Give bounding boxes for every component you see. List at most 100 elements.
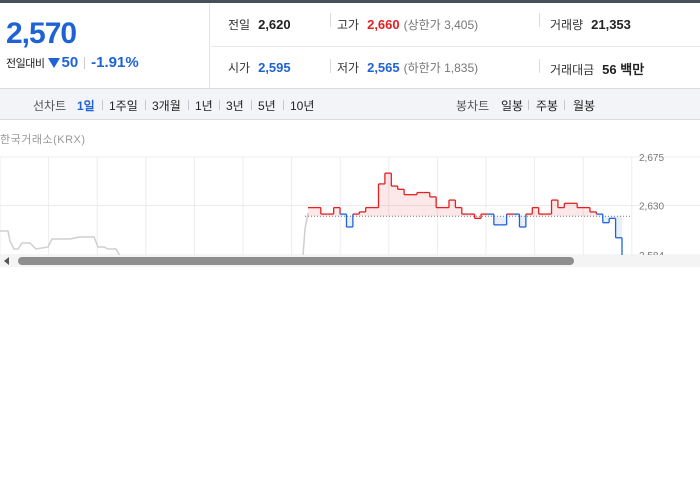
tab-1week[interactable]: 1주일 (109, 97, 138, 114)
change-rate: -1.91% (91, 54, 139, 71)
tab-monthly-candle[interactable]: 월봉 (573, 97, 595, 114)
tab-1year[interactable]: 1년 (195, 97, 213, 114)
area-segment (308, 207, 315, 217)
area-segment (391, 186, 398, 217)
down-arrow-icon (48, 57, 61, 68)
previous-day-trace (0, 212, 309, 256)
area-segment (551, 200, 558, 217)
column-divider (330, 13, 331, 27)
area-segment (564, 203, 571, 217)
tab-divider (251, 100, 252, 110)
quote-summary: 2,570 전일대비 50 -1.91% 전일 2,620 고가 2,660 (… (0, 3, 700, 89)
area-segment (570, 203, 578, 217)
area-segment (448, 200, 456, 217)
area-segment (372, 207, 379, 217)
low-label: 저가 (337, 61, 360, 75)
chart-grid (0, 156, 700, 256)
tab-divider (528, 100, 529, 110)
tab-divider (102, 100, 103, 110)
intraday-line-chart: 2,6752,6302,584 (0, 153, 700, 256)
ghost-line (0, 230, 121, 256)
chart-tab-bar: 선차트 1일 1주일 3개월 1년 3년 5년 10년 봉차트 일봉 주봉 월봉 (0, 89, 700, 120)
area-segment (577, 207, 584, 217)
tab-divider (283, 100, 284, 110)
current-price: 2,570 (6, 17, 77, 50)
area-segment (423, 192, 430, 217)
prev-close-value: 2,620 (258, 17, 291, 32)
change-label: 전일대비 (6, 57, 45, 70)
area-segment (384, 173, 392, 217)
area-segment (333, 207, 341, 217)
area-segment (500, 216, 507, 225)
column-divider (539, 13, 540, 27)
area-segment (583, 207, 590, 217)
change-row: 전일대비 50 -1.91% (6, 54, 139, 71)
scrollbar-thumb[interactable] (18, 257, 574, 265)
area-segment (397, 189, 405, 217)
volume-value: 21,353 (591, 17, 631, 32)
area-segment (410, 194, 417, 217)
tab-3month[interactable]: 3개월 (152, 97, 181, 114)
area-segment (436, 207, 443, 217)
area-segment (557, 207, 565, 217)
tab-10year[interactable]: 10년 (290, 97, 314, 114)
y-axis-ticks: 2,6752,6302,584 (639, 153, 664, 256)
area-segment (429, 196, 437, 217)
amount-cell: 거래대금 56 백만 (550, 59, 644, 78)
candle-chart-label: 봉차트 (456, 99, 490, 113)
tab-3year[interactable]: 3년 (226, 97, 244, 114)
amount-value: 56 백만 (602, 62, 645, 77)
area-segment (442, 207, 449, 217)
prev-close-label: 전일 (228, 18, 251, 32)
area-segment (532, 207, 539, 217)
volume-cell: 거래량 21,353 (550, 16, 631, 33)
tab-1day[interactable]: 1일 (77, 97, 95, 114)
chart-scrollbar[interactable] (0, 255, 700, 267)
tab-5year[interactable]: 5년 (258, 97, 276, 114)
y-tick-label: 2,675 (639, 153, 664, 164)
tab-weekly-candle[interactable]: 주봉 (536, 97, 558, 114)
stats-grid: 전일 2,620 고가 2,660 (상한가 3,405) 거래량 21,353… (211, 3, 700, 89)
ghost-line (302, 212, 309, 256)
area-segment (519, 216, 526, 227)
current-price-block: 2,570 전일대비 50 -1.91% (0, 3, 210, 89)
column-divider (330, 59, 331, 73)
high-value: 2,660 (367, 17, 400, 32)
column-divider (539, 59, 540, 73)
lower-limit: (하한가 1,835) (403, 61, 479, 75)
y-tick-label: 2,630 (639, 201, 664, 212)
area-segment (404, 194, 411, 217)
area-segment (346, 216, 353, 227)
price-chart-area: 한국거래소(KRX) 2,6752,6302,584 (0, 121, 700, 256)
area-segment (416, 192, 424, 217)
area-segment (378, 183, 385, 217)
low-cell: 저가 2,565 (하한가 1,835) (337, 59, 478, 76)
scroll-left-arrow-icon[interactable] (4, 257, 9, 265)
open-label: 시가 (228, 61, 251, 75)
prev-close-cell: 전일 2,620 (228, 16, 291, 33)
data-source: 한국거래소(KRX) (0, 134, 86, 146)
open-cell: 시가 2,595 (228, 59, 291, 76)
amount-label: 거래대금 (550, 63, 595, 77)
upper-limit: (상한가 3,405) (403, 18, 479, 32)
area-segment (365, 207, 373, 217)
area-segment (493, 216, 501, 225)
tab-divider (145, 100, 146, 110)
volume-label: 거래량 (550, 18, 584, 32)
change-value: 50 (61, 54, 79, 71)
low-value: 2,565 (367, 60, 400, 75)
area-segment (455, 207, 462, 217)
line-chart-label: 선차트 (33, 99, 67, 113)
high-cell: 고가 2,660 (상한가 3,405) (337, 16, 478, 33)
tab-divider (564, 100, 565, 110)
tab-divider (219, 100, 220, 110)
area-segment (602, 216, 610, 223)
row-divider (211, 46, 700, 47)
divider (84, 56, 86, 69)
tab-divider (188, 100, 189, 110)
tab-daily-candle[interactable]: 일봉 (501, 97, 523, 114)
area-segment (615, 216, 622, 238)
high-label: 고가 (337, 18, 360, 32)
area-segment (314, 207, 321, 217)
open-value: 2,595 (258, 60, 291, 75)
